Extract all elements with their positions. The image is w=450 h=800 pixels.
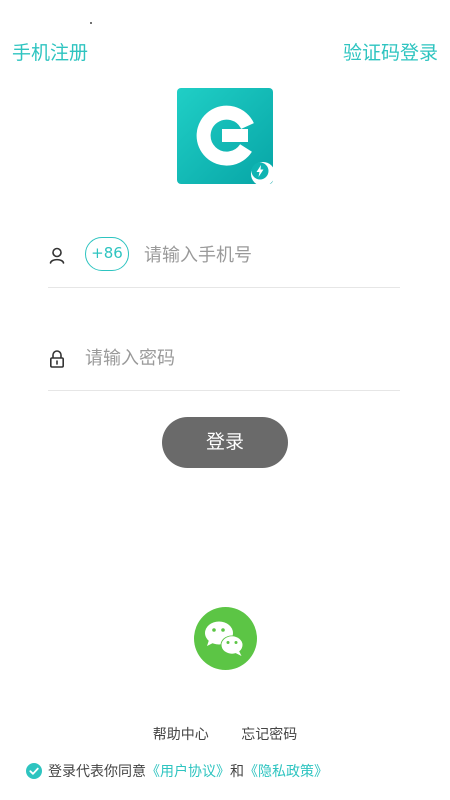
lock-icon xyxy=(49,350,64,368)
country-code-button[interactable]: +86 xyxy=(85,237,129,271)
forgot-password-link[interactable]: 忘记密码 xyxy=(241,727,297,743)
lightning-badge-icon xyxy=(251,162,275,186)
check-circle-icon[interactable] xyxy=(26,763,42,779)
login-page: 手机注册 验证码登录 +86 登录 xyxy=(0,0,450,800)
phone-input[interactable] xyxy=(144,240,394,270)
phone-field: +86 xyxy=(48,230,400,288)
user-icon xyxy=(49,247,65,264)
agreement-prefix: 登录代表你同意 xyxy=(48,764,146,780)
wechat-login-button[interactable] xyxy=(194,607,257,670)
agreement-row: 登录代表你同意 《用户协议》 和 《隐私政策》 xyxy=(26,760,328,782)
wechat-icon xyxy=(205,621,244,656)
code-login-link[interactable]: 验证码登录 xyxy=(343,40,438,66)
agreement-and: 和 xyxy=(230,764,244,780)
login-button[interactable]: 登录 xyxy=(162,417,288,468)
user-agreement-link[interactable]: 《用户协议》 xyxy=(146,761,230,781)
privacy-policy-link[interactable]: 《隐私政策》 xyxy=(244,761,328,781)
app-logo xyxy=(177,88,275,186)
help-center-link[interactable]: 帮助中心 xyxy=(153,727,209,743)
status-dot xyxy=(90,22,92,24)
password-field xyxy=(48,333,400,391)
phone-register-link[interactable]: 手机注册 xyxy=(12,40,88,66)
bottom-links: 帮助中心 忘记密码 xyxy=(0,724,450,744)
password-input[interactable] xyxy=(85,343,385,373)
